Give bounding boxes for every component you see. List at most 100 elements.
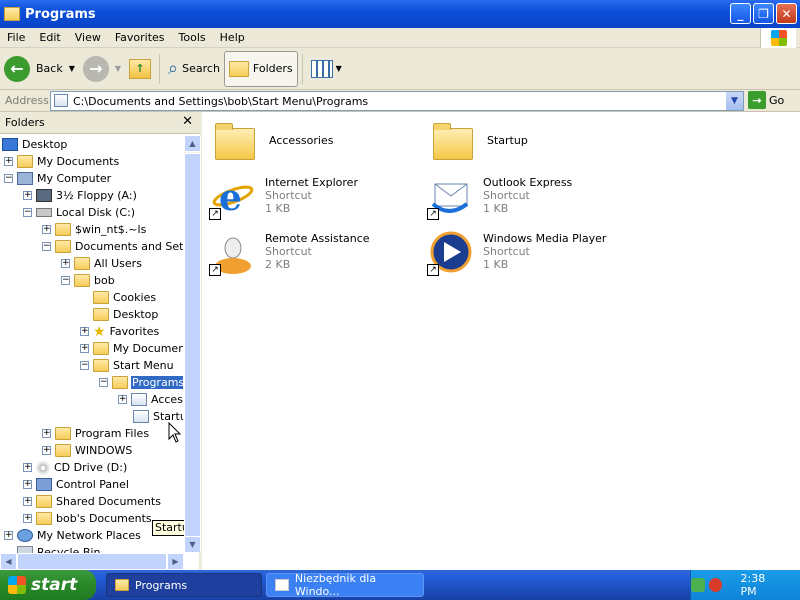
tree-item-desktop-folder[interactable]: Desktop: [93, 306, 159, 323]
tree-item-label: WINDOWS: [75, 444, 133, 457]
tree-item-my-documents[interactable]: + My Documents: [4, 153, 120, 170]
folder-icon: [74, 274, 90, 287]
tree-item-all-users[interactable]: + All Users: [61, 255, 143, 272]
chevron-down-icon[interactable]: ▼: [69, 64, 75, 73]
network-icon: [17, 529, 33, 542]
menu-tools[interactable]: Tools: [172, 31, 213, 44]
expand-icon[interactable]: +: [61, 259, 70, 268]
views-button[interactable]: ▼: [307, 51, 346, 87]
tree-item-local-disk[interactable]: − Local Disk (C:): [23, 204, 136, 221]
tree-item-bobs-documents[interactable]: + bob's Documents: [23, 510, 153, 527]
tree-item-my-computer[interactable]: − My Computer: [4, 170, 112, 187]
up-button[interactable]: ↑: [125, 51, 155, 87]
tree-item-program-files[interactable]: + Program Files: [42, 425, 150, 442]
menu-file[interactable]: File: [0, 31, 32, 44]
tree-item-bob[interactable]: − bob: [61, 272, 116, 289]
scroll-left-icon[interactable]: ◀: [0, 553, 17, 570]
start-button[interactable]: start: [0, 570, 96, 600]
folders-button[interactable]: Folders: [223, 50, 298, 87]
tree-item-label: $win_nt$.~ls: [75, 223, 147, 236]
search-button[interactable]: ⌕ Search: [164, 51, 224, 87]
menu-edit[interactable]: Edit: [32, 31, 67, 44]
expand-icon[interactable]: +: [4, 157, 13, 166]
list-item-accessories[interactable]: Accessories: [213, 120, 333, 166]
expand-icon[interactable]: +: [42, 225, 51, 234]
collapse-icon[interactable]: −: [99, 378, 108, 387]
expand-icon[interactable]: +: [80, 344, 89, 353]
tree-item-cookies[interactable]: Cookies: [93, 289, 157, 306]
tree-item-documents-and-settings[interactable]: − Documents and Settin: [42, 238, 183, 255]
tree-item-start-menu[interactable]: − Start Menu: [80, 357, 175, 374]
clock[interactable]: 2:38 PM: [740, 572, 784, 598]
collapse-icon[interactable]: −: [42, 242, 51, 251]
expand-icon[interactable]: +: [42, 429, 51, 438]
address-input[interactable]: C:\Documents and Settings\bob\Start Menu…: [50, 91, 744, 111]
tree-item-cd-drive[interactable]: + CD Drive (D:): [23, 459, 128, 476]
chevron-down-icon[interactable]: ▼: [115, 64, 121, 73]
tree-item-label: My Computer: [37, 172, 112, 185]
tree-item-accessories[interactable]: + Acces: [118, 391, 183, 408]
folders-pane-title: Folders: [5, 116, 45, 129]
expand-icon[interactable]: +: [23, 497, 32, 506]
tree-item-desktop[interactable]: Desktop: [2, 136, 68, 153]
search-label: Search: [182, 62, 220, 75]
list-item-startup[interactable]: Startup: [431, 120, 528, 166]
list-item-remote-assistance[interactable]: ↗ Remote Assistance Shortcut 2 KB: [209, 230, 370, 276]
tree-item-my-network-places[interactable]: + My Network Places: [4, 527, 142, 544]
tree-horizontal-scrollbar[interactable]: ◀ ▶: [0, 553, 184, 570]
network-tray-icon[interactable]: [690, 578, 705, 592]
forward-button[interactable]: → ▼: [79, 51, 125, 87]
outlook-express-icon: ↗: [427, 174, 473, 220]
expand-icon[interactable]: +: [23, 480, 32, 489]
list-item-internet-explorer[interactable]: e ↗ Internet Explorer Shortcut 1 KB: [209, 174, 358, 220]
chevron-down-icon[interactable]: ▼: [336, 64, 342, 73]
go-button[interactable]: → Go: [748, 91, 784, 109]
list-item-outlook-express[interactable]: ↗ Outlook Express Shortcut 1 KB: [427, 174, 572, 220]
address-value: C:\Documents and Settings\bob\Start Menu…: [73, 94, 369, 108]
expand-icon[interactable]: +: [118, 395, 127, 404]
maximize-button[interactable]: ❐: [753, 3, 774, 24]
tree-item-shared-documents[interactable]: + Shared Documents: [23, 493, 162, 510]
collapse-icon[interactable]: −: [23, 208, 32, 217]
scroll-thumb[interactable]: [17, 553, 167, 570]
tree-item-label: Documents and Settin: [75, 240, 183, 253]
scroll-thumb[interactable]: [184, 153, 201, 543]
collapse-icon[interactable]: −: [80, 361, 89, 370]
tree-item-label: Acces: [151, 393, 183, 406]
collapse-icon[interactable]: −: [4, 174, 13, 183]
list-item-windows-media-player[interactable]: ↗ Windows Media Player Shortcut 1 KB: [427, 230, 606, 276]
folder-icon: [74, 257, 90, 270]
tree-item-windows[interactable]: + WINDOWS: [42, 442, 133, 459]
close-pane-icon[interactable]: ✕: [182, 114, 193, 129]
address-dropdown-icon[interactable]: ▼: [726, 92, 743, 110]
expand-icon[interactable]: +: [80, 327, 89, 336]
tree-item-my-documents-bob[interactable]: + My Documents: [80, 340, 183, 357]
menu-help[interactable]: Help: [213, 31, 252, 44]
tree-item-programs[interactable]: − Programs: [99, 374, 183, 391]
close-button[interactable]: ✕: [776, 3, 797, 24]
menu-favorites[interactable]: Favorites: [108, 31, 172, 44]
folder-icon: [213, 120, 259, 166]
tree-item-win-nt[interactable]: + $win_nt$.~ls: [42, 221, 147, 238]
taskbar-item-niezbednik[interactable]: Niezbędnik dla Windo...: [266, 572, 424, 598]
expand-icon[interactable]: +: [42, 446, 51, 455]
expand-icon[interactable]: +: [4, 531, 13, 540]
minimize-button[interactable]: _: [730, 3, 751, 24]
tree-item-label: Cookies: [113, 291, 157, 304]
scroll-right-icon[interactable]: ▶: [167, 553, 184, 570]
expand-icon[interactable]: +: [23, 191, 32, 200]
folders-label: Folders: [252, 62, 293, 75]
scroll-down-icon[interactable]: ▼: [184, 536, 201, 553]
expand-icon[interactable]: +: [23, 463, 32, 472]
security-alert-icon[interactable]: [708, 578, 723, 592]
expand-icon[interactable]: +: [23, 514, 32, 523]
tree-item-floppy[interactable]: +3½ Floppy (A:): [23, 187, 138, 204]
back-button[interactable]: ← Back ▼: [0, 51, 79, 87]
scroll-up-icon[interactable]: ▲: [184, 135, 201, 152]
collapse-icon[interactable]: −: [61, 276, 70, 285]
taskbar-item-programs[interactable]: Programs: [106, 573, 262, 597]
tree-item-favorites[interactable]: + ★ Favorites: [80, 323, 160, 340]
tree-item-control-panel[interactable]: + Control Panel: [23, 476, 130, 493]
menu-view[interactable]: View: [68, 31, 108, 44]
tree-vertical-scrollbar[interactable]: ▲ ▼: [184, 135, 201, 553]
